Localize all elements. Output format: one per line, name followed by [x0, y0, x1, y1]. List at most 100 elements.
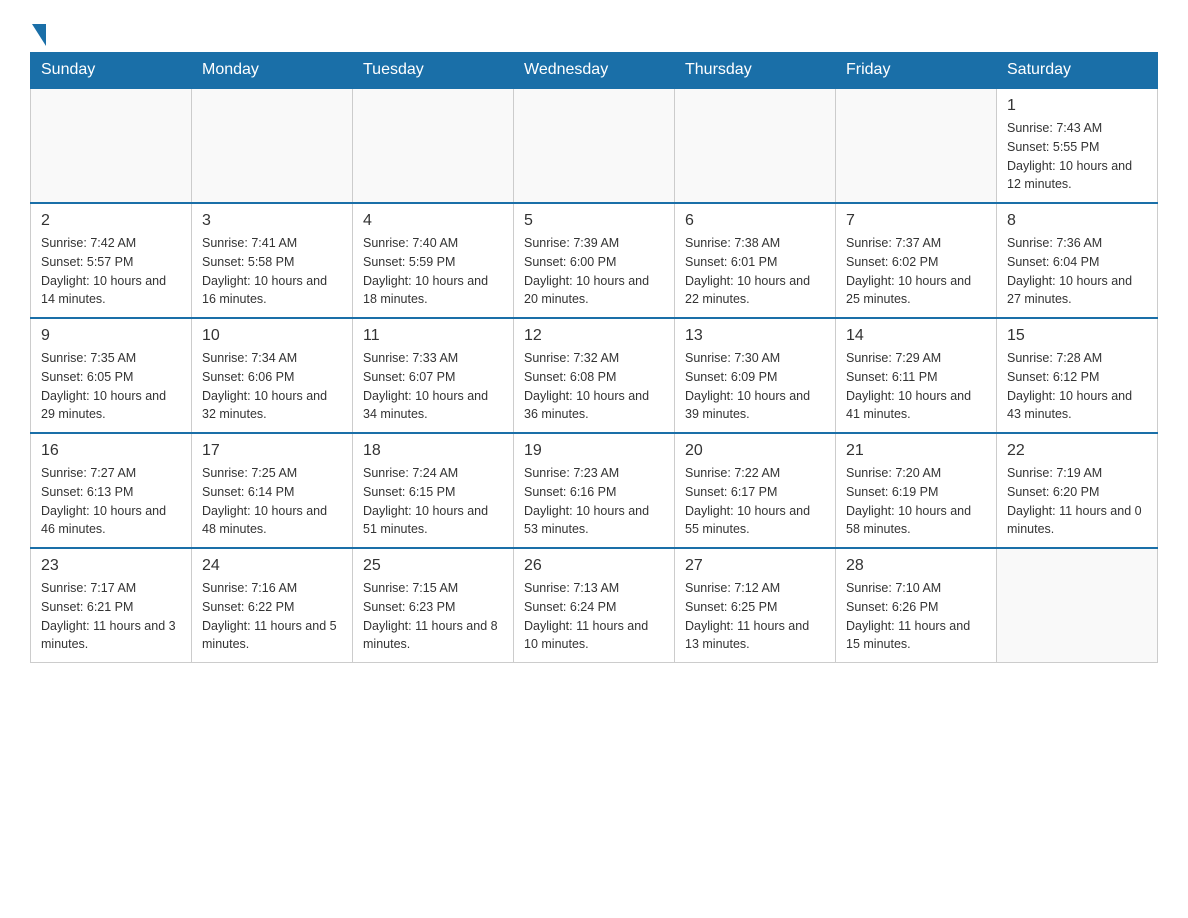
day-info: Sunrise: 7:17 AMSunset: 6:21 PMDaylight:… [41, 579, 181, 654]
calendar-header-sunday: Sunday [31, 53, 192, 89]
day-info: Sunrise: 7:33 AMSunset: 6:07 PMDaylight:… [363, 349, 503, 424]
calendar-cell: 6 Sunrise: 7:38 AMSunset: 6:01 PMDaylight… [675, 203, 836, 318]
day-info: Sunrise: 7:24 AMSunset: 6:15 PMDaylight:… [363, 464, 503, 539]
day-number: 8 [1007, 212, 1147, 230]
day-number: 1 [1007, 97, 1147, 115]
calendar-cell: 27Sunrise: 7:12 AMSunset: 6:25 PMDayligh… [675, 548, 836, 663]
calendar-cell: 14 Sunrise: 7:29 AMSunset: 6:11 PMDayligh… [836, 318, 997, 433]
day-info: Sunrise: 7:19 AMSunset: 6:20 PMDaylight:… [1007, 464, 1147, 539]
calendar-cell: 19Sunrise: 7:23 AMSunset: 6:16 PMDayligh… [514, 433, 675, 548]
day-number: 25 [363, 557, 503, 575]
calendar-cell: 26Sunrise: 7:13 AMSunset: 6:24 PMDayligh… [514, 548, 675, 663]
day-number: 27 [685, 557, 825, 575]
day-number: 2 [41, 212, 181, 230]
day-info: Sunrise: 7:10 AMSunset: 6:26 PMDaylight:… [846, 579, 986, 654]
day-number: 12 [524, 327, 664, 345]
calendar-cell: 1 Sunrise: 7:43 AMSunset: 5:55 PMDaylight… [997, 88, 1158, 203]
calendar-header-monday: Monday [192, 53, 353, 89]
calendar-week-row: 1 Sunrise: 7:43 AMSunset: 5:55 PMDaylight… [31, 88, 1158, 203]
day-info: Sunrise: 7:34 AMSunset: 6:06 PMDaylight:… [202, 349, 342, 424]
calendar-header-saturday: Saturday [997, 53, 1158, 89]
calendar-cell [997, 548, 1158, 663]
calendar-cell: 4 Sunrise: 7:40 AMSunset: 5:59 PMDaylight… [353, 203, 514, 318]
calendar-cell: 15 Sunrise: 7:28 AMSunset: 6:12 PMDayligh… [997, 318, 1158, 433]
day-info: Sunrise: 7:22 AMSunset: 6:17 PMDaylight:… [685, 464, 825, 539]
day-number: 7 [846, 212, 986, 230]
day-info: Sunrise: 7:39 AMSunset: 6:00 PMDaylight:… [524, 234, 664, 309]
calendar-week-row: 23 Sunrise: 7:17 AMSunset: 6:21 PMDayligh… [31, 548, 1158, 663]
day-number: 10 [202, 327, 342, 345]
calendar-cell: 17Sunrise: 7:25 AMSunset: 6:14 PMDayligh… [192, 433, 353, 548]
calendar-cell: 16 Sunrise: 7:27 AMSunset: 6:13 PMDayligh… [31, 433, 192, 548]
calendar-header-friday: Friday [836, 53, 997, 89]
day-info: Sunrise: 7:27 AMSunset: 6:13 PMDaylight:… [41, 464, 181, 539]
page-header [30, 20, 1158, 42]
day-info: Sunrise: 7:15 AMSunset: 6:23 PMDaylight:… [363, 579, 503, 654]
calendar-cell: 23 Sunrise: 7:17 AMSunset: 6:21 PMDayligh… [31, 548, 192, 663]
day-info: Sunrise: 7:32 AMSunset: 6:08 PMDaylight:… [524, 349, 664, 424]
day-info: Sunrise: 7:28 AMSunset: 6:12 PMDaylight:… [1007, 349, 1147, 424]
day-info: Sunrise: 7:43 AMSunset: 5:55 PMDaylight:… [1007, 119, 1147, 194]
day-info: Sunrise: 7:16 AMSunset: 6:22 PMDaylight:… [202, 579, 342, 654]
calendar-week-row: 9 Sunrise: 7:35 AMSunset: 6:05 PMDaylight… [31, 318, 1158, 433]
day-number: 28 [846, 557, 986, 575]
calendar-week-row: 2 Sunrise: 7:42 AMSunset: 5:57 PMDaylight… [31, 203, 1158, 318]
day-number: 11 [363, 327, 503, 345]
logo [30, 20, 46, 42]
calendar-cell: 20 Sunrise: 7:22 AMSunset: 6:17 PMDayligh… [675, 433, 836, 548]
day-info: Sunrise: 7:42 AMSunset: 5:57 PMDaylight:… [41, 234, 181, 309]
day-info: Sunrise: 7:13 AMSunset: 6:24 PMDaylight:… [524, 579, 664, 654]
day-info: Sunrise: 7:30 AMSunset: 6:09 PMDaylight:… [685, 349, 825, 424]
calendar-header-thursday: Thursday [675, 53, 836, 89]
calendar-cell: 11 Sunrise: 7:33 AMSunset: 6:07 PMDayligh… [353, 318, 514, 433]
calendar-cell [31, 88, 192, 203]
calendar-cell: 9 Sunrise: 7:35 AMSunset: 6:05 PMDaylight… [31, 318, 192, 433]
calendar-cell [836, 88, 997, 203]
day-number: 16 [41, 442, 181, 460]
day-number: 4 [363, 212, 503, 230]
day-number: 24 [202, 557, 342, 575]
day-info: Sunrise: 7:36 AMSunset: 6:04 PMDaylight:… [1007, 234, 1147, 309]
day-info: Sunrise: 7:40 AMSunset: 5:59 PMDaylight:… [363, 234, 503, 309]
calendar-cell [192, 88, 353, 203]
calendar-cell: 2 Sunrise: 7:42 AMSunset: 5:57 PMDaylight… [31, 203, 192, 318]
day-number: 19 [524, 442, 664, 460]
day-number: 3 [202, 212, 342, 230]
day-info: Sunrise: 7:41 AMSunset: 5:58 PMDaylight:… [202, 234, 342, 309]
day-number: 14 [846, 327, 986, 345]
calendar-cell: 28 Sunrise: 7:10 AMSunset: 6:26 PMDayligh… [836, 548, 997, 663]
day-number: 6 [685, 212, 825, 230]
calendar-cell: 13 Sunrise: 7:30 AMSunset: 6:09 PMDayligh… [675, 318, 836, 433]
calendar-cell: 21 Sunrise: 7:20 AMSunset: 6:19 PMDayligh… [836, 433, 997, 548]
day-number: 9 [41, 327, 181, 345]
calendar-cell: 25 Sunrise: 7:15 AMSunset: 6:23 PMDayligh… [353, 548, 514, 663]
calendar-week-row: 16 Sunrise: 7:27 AMSunset: 6:13 PMDayligh… [31, 433, 1158, 548]
calendar-header-wednesday: Wednesday [514, 53, 675, 89]
calendar-table: SundayMondayTuesdayWednesdayThursdayFrid… [30, 52, 1158, 663]
logo-arrow-icon [32, 24, 46, 46]
calendar-header-row: SundayMondayTuesdayWednesdayThursdayFrid… [31, 53, 1158, 89]
calendar-cell: 5 Sunrise: 7:39 AMSunset: 6:00 PMDaylight… [514, 203, 675, 318]
calendar-cell: 18 Sunrise: 7:24 AMSunset: 6:15 PMDayligh… [353, 433, 514, 548]
calendar-cell [675, 88, 836, 203]
day-info: Sunrise: 7:29 AMSunset: 6:11 PMDaylight:… [846, 349, 986, 424]
day-number: 23 [41, 557, 181, 575]
day-info: Sunrise: 7:38 AMSunset: 6:01 PMDaylight:… [685, 234, 825, 309]
day-info: Sunrise: 7:35 AMSunset: 6:05 PMDaylight:… [41, 349, 181, 424]
day-info: Sunrise: 7:20 AMSunset: 6:19 PMDaylight:… [846, 464, 986, 539]
calendar-header-tuesday: Tuesday [353, 53, 514, 89]
calendar-cell [514, 88, 675, 203]
day-number: 22 [1007, 442, 1147, 460]
day-number: 13 [685, 327, 825, 345]
day-number: 18 [363, 442, 503, 460]
calendar-cell: 7Sunrise: 7:37 AMSunset: 6:02 PMDaylight… [836, 203, 997, 318]
day-info: Sunrise: 7:25 AMSunset: 6:14 PMDaylight:… [202, 464, 342, 539]
calendar-cell: 8 Sunrise: 7:36 AMSunset: 6:04 PMDaylight… [997, 203, 1158, 318]
day-number: 15 [1007, 327, 1147, 345]
day-number: 21 [846, 442, 986, 460]
day-number: 5 [524, 212, 664, 230]
day-number: 20 [685, 442, 825, 460]
calendar-cell: 10 Sunrise: 7:34 AMSunset: 6:06 PMDayligh… [192, 318, 353, 433]
calendar-cell [353, 88, 514, 203]
calendar-cell: 3 Sunrise: 7:41 AMSunset: 5:58 PMDaylight… [192, 203, 353, 318]
